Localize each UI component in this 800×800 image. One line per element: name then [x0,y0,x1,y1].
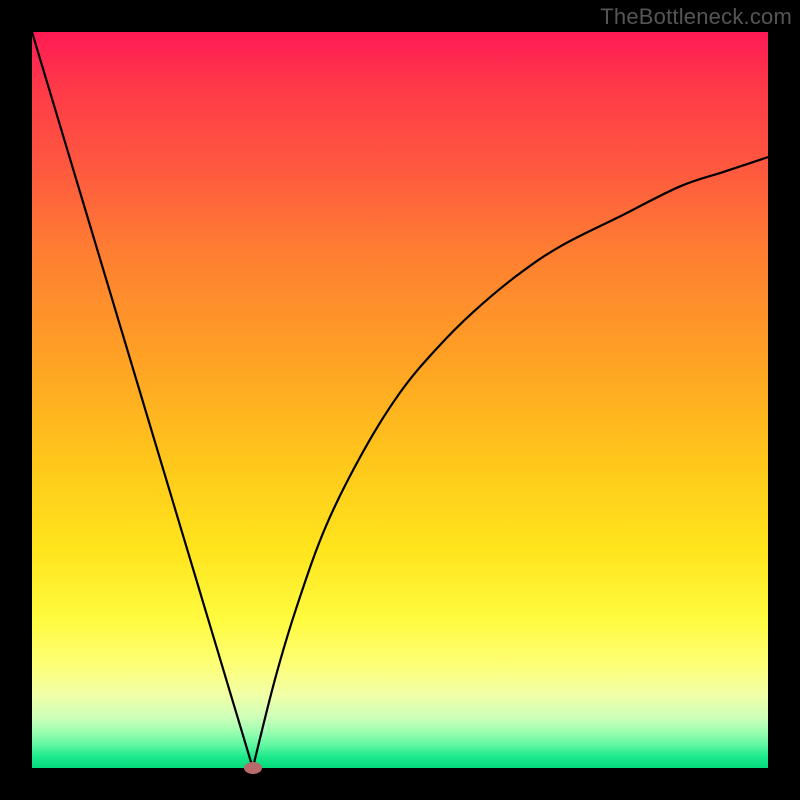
plot-area [32,32,768,768]
curve-path [32,32,768,768]
bottleneck-curve [32,32,768,768]
minimum-marker [244,762,262,774]
chart-frame: TheBottleneck.com [0,0,800,800]
watermark-text: TheBottleneck.com [600,4,792,30]
